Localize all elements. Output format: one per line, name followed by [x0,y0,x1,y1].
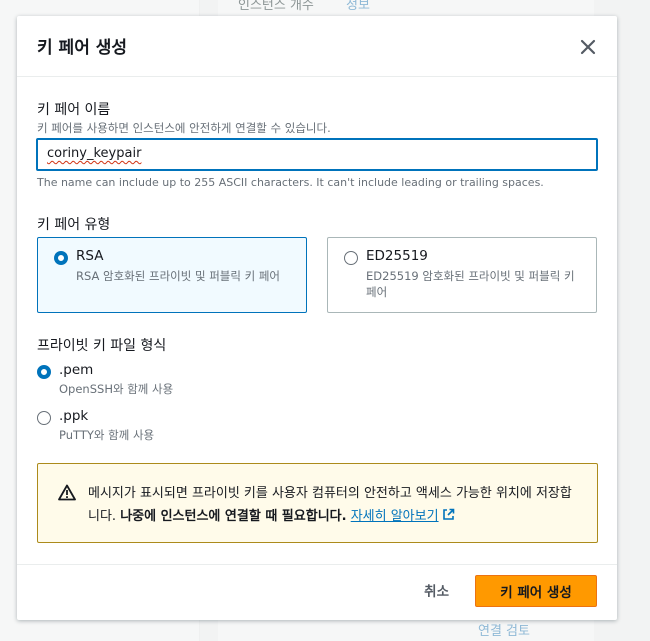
key-pair-name-description: 키 페어를 사용하면 인스턴스에 안전하게 연결할 수 있습니다. [37,121,331,135]
dialog-header: 키 페어 생성 [17,16,617,77]
learn-more-link[interactable]: 자세히 알아보기 [350,508,455,524]
warning-icon [58,484,76,501]
radio-unselected-icon [344,251,358,265]
format-description: PuTTY와 함께 사용 [59,428,155,442]
private-key-format-label: 프라이빗 키 파일 형식 [37,338,167,354]
key-pair-name-input[interactable]: coriny_keypair [36,138,598,171]
learn-more-label: 자세히 알아보기 [350,509,439,524]
background-text: 인스턴스 개수 [238,0,314,13]
key-type-rsa-tile[interactable]: RSA RSA 암호화된 프라이빗 및 퍼블릭 키 페어 [37,237,307,313]
key-pair-type-label: 키 페어 유형 [37,217,111,233]
background-link: 연결 검토 [478,624,530,639]
format-name: .ppk [59,408,89,424]
close-button[interactable] [577,36,599,58]
create-key-pair-button[interactable]: 키 페어 생성 [475,575,597,607]
create-key-pair-dialog: 키 페어 생성 키 페어 이름 키 페어를 사용하면 인스턴스에 안전하게 연결… [17,16,617,620]
key-type-description: ED25519 암호화된 프라이빗 및 퍼블릭 키 페어 [366,269,575,299]
background-link: 정보 [346,0,370,13]
close-icon [580,39,596,55]
key-type-description: RSA 암호화된 프라이빗 및 퍼블릭 키 페어 [76,269,281,283]
external-link-icon [442,508,454,520]
key-type-name: ED25519 [366,248,428,264]
key-type-name: RSA [76,248,104,264]
warning-bold-text: 나중에 인스턴스에 연결할 때 필요합니다. [120,509,347,524]
radio-selected-icon [54,251,68,265]
dialog-footer: 취소 키 페어 생성 [17,564,617,620]
warning-alert: 메시지가 표시되면 프라이빗 키를 사용자 컴퓨터의 안전하고 액세스 가능한 … [37,463,598,543]
key-type-ed25519-tile[interactable]: ED25519 ED25519 암호화된 프라이빗 및 퍼블릭 키 페어 [327,237,597,313]
format-name: .pem [59,362,94,378]
radio-selected-icon [37,365,51,379]
key-pair-name-label: 키 페어 이름 [37,102,111,118]
format-description: OpenSSH와 함께 사용 [59,382,174,396]
warning-message: 메시지가 표시되면 프라이빗 키를 사용자 컴퓨터의 안전하고 액세스 가능한 … [88,482,578,528]
key-pair-name-value: coriny_keypair [47,146,142,161]
cancel-button[interactable]: 취소 [424,580,449,600]
key-pair-name-constraint: The name can include up to 255 ASCII cha… [37,176,544,189]
format-option-ppk[interactable]: .ppk PuTTY와 함께 사용 [37,408,237,446]
format-option-pem[interactable]: .pem OpenSSH와 함께 사용 [37,362,237,400]
dialog-title: 키 페어 생성 [37,38,128,58]
radio-unselected-icon [37,411,51,425]
